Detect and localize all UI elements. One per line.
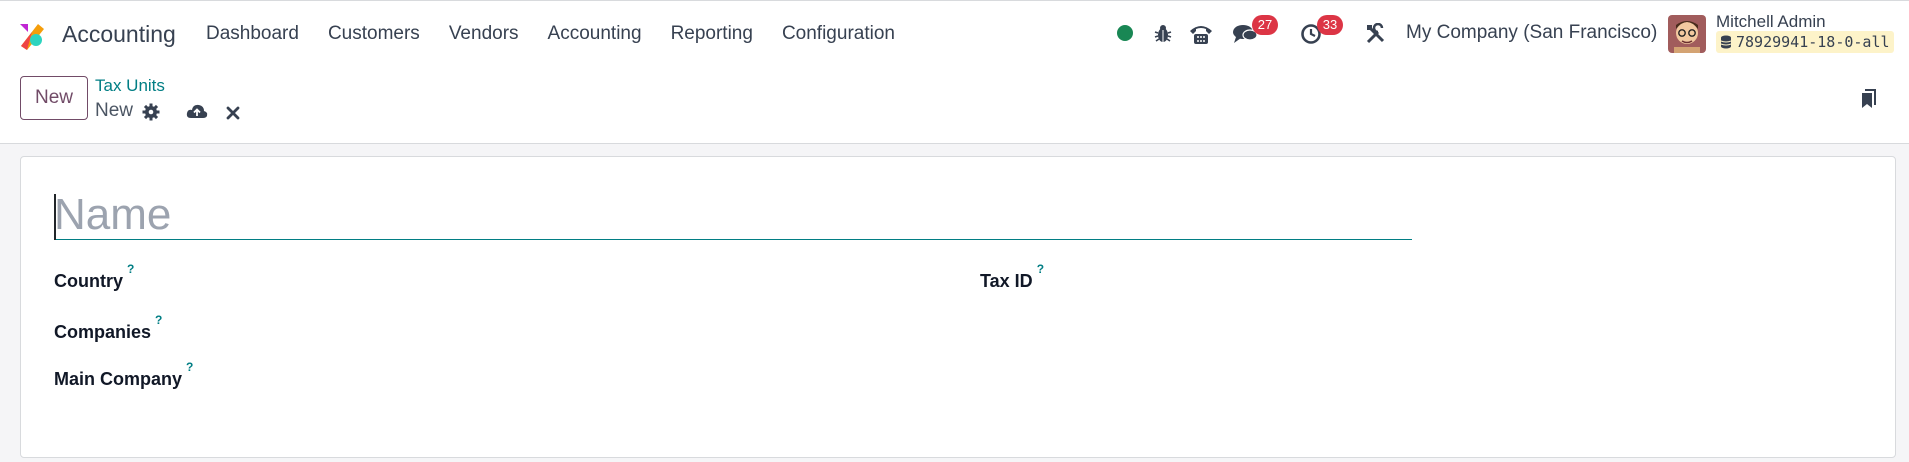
- database-icon: [1720, 35, 1732, 49]
- menu-reporting[interactable]: Reporting: [671, 23, 753, 45]
- database-name: 78929941-18-0-all: [1736, 33, 1890, 51]
- new-button[interactable]: New: [20, 76, 88, 120]
- text-cursor: [54, 194, 56, 240]
- menu-configuration[interactable]: Configuration: [782, 23, 895, 45]
- menu-customers[interactable]: Customers: [328, 23, 420, 45]
- discard-close-icon[interactable]: [222, 102, 244, 124]
- main-company-help-icon[interactable]: ?: [186, 360, 193, 374]
- gear-icon[interactable]: [140, 101, 162, 123]
- bug-icon[interactable]: [1150, 21, 1176, 47]
- main-company-field[interactable]: Main Company?: [54, 360, 193, 390]
- companies-help-icon[interactable]: ?: [155, 313, 162, 327]
- menu-vendors[interactable]: Vendors: [449, 23, 519, 45]
- companies-field[interactable]: Companies?: [54, 313, 162, 343]
- company-switcher[interactable]: My Company (San Francisco): [1406, 22, 1657, 44]
- tools-icon[interactable]: [1363, 21, 1389, 47]
- breadcrumb-tax-units[interactable]: Tax Units: [95, 76, 165, 96]
- messages-count-badge: 27: [1252, 15, 1278, 35]
- country-help-icon[interactable]: ?: [127, 262, 134, 276]
- control-panel: New Tax Units New: [0, 66, 1909, 144]
- tax-id-help-icon[interactable]: ?: [1037, 262, 1044, 276]
- app-name[interactable]: Accounting: [62, 21, 176, 48]
- database-badge: 78929941-18-0-all: [1716, 31, 1894, 53]
- name-input[interactable]: [54, 190, 1412, 240]
- accounting-app-icon[interactable]: [18, 20, 48, 50]
- save-cloud-icon[interactable]: [186, 100, 208, 122]
- menu-dashboard[interactable]: Dashboard: [206, 23, 299, 45]
- main-menu: Dashboard Customers Vendors Accounting R…: [206, 23, 924, 45]
- bookmark-icon[interactable]: [1857, 88, 1879, 110]
- main-company-label: Main Company: [54, 369, 183, 389]
- form-sheet: Country? Tax ID? Companies? Main Company…: [20, 156, 1896, 458]
- activities-count-badge: 33: [1317, 15, 1343, 35]
- menu-accounting[interactable]: Accounting: [548, 23, 642, 45]
- phone-icon[interactable]: [1188, 21, 1214, 47]
- breadcrumb-current: New: [95, 100, 134, 121]
- tax-id-label: Tax ID: [980, 271, 1033, 291]
- top-navbar: Accounting Dashboard Customers Vendors A…: [0, 0, 1909, 66]
- country-field[interactable]: Country?: [54, 262, 134, 292]
- country-label: Country: [54, 271, 123, 291]
- user-avatar[interactable]: [1668, 15, 1706, 53]
- user-name[interactable]: Mitchell Admin: [1716, 12, 1826, 32]
- companies-label: Companies: [54, 322, 152, 342]
- presence-status-icon[interactable]: [1117, 25, 1133, 41]
- tax-id-field[interactable]: Tax ID?: [980, 262, 1044, 292]
